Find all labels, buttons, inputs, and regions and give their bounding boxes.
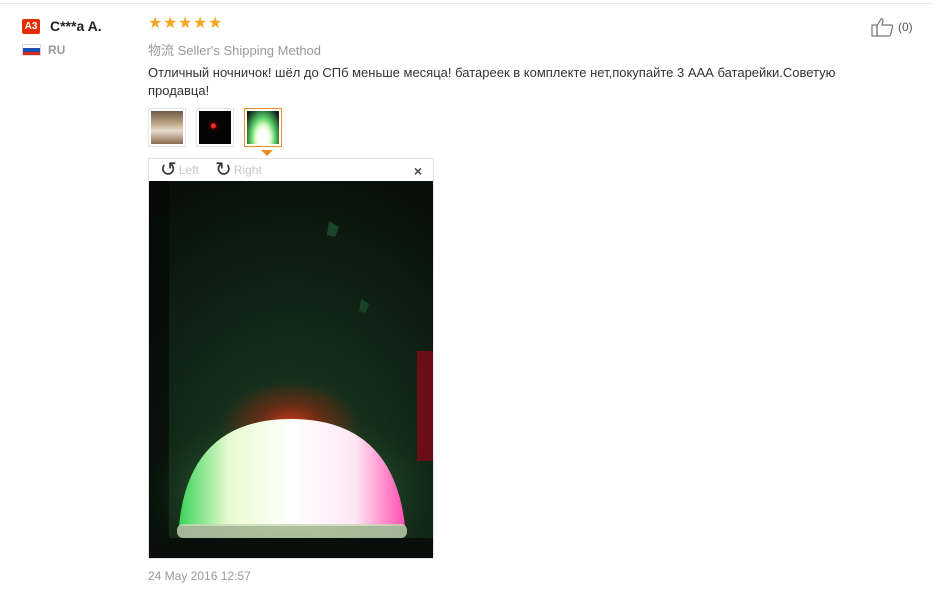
top-divider — [0, 3, 932, 4]
star-icon: ★ — [148, 15, 163, 32]
level-badge: A3 — [22, 18, 40, 34]
thumbnail-3[interactable] — [244, 108, 282, 147]
rotate-left-icon: ↺ — [160, 159, 177, 181]
star-rating: ★ ★ ★ ★ ★ — [148, 16, 223, 32]
russia-flag-icon — [22, 44, 41, 56]
helpful-button[interactable]: (0) — [871, 17, 913, 37]
rotate-right-button[interactable]: ↻ Right — [215, 159, 262, 181]
rotate-left-label: Left — [178, 163, 199, 177]
review-date: 24 May 2016 12:57 — [148, 569, 251, 583]
helpful-count: (0) — [898, 20, 913, 34]
photo-viewer: ↺ Left ↻ Right × — [148, 158, 434, 559]
rotate-left-button[interactable]: ↺ Left — [160, 159, 199, 181]
close-icon[interactable]: × — [414, 163, 422, 179]
viewer-toolbar: ↺ Left ↻ Right × — [149, 159, 433, 181]
thumbnail-2[interactable] — [196, 108, 234, 147]
review-text: Отличный ночничок! шёл до СПб меньше мес… — [148, 65, 836, 98]
rotate-right-icon: ↻ — [215, 159, 232, 181]
night-light-photo — [149, 181, 433, 558]
reviewer-info: A3 C***a A. RU — [22, 17, 132, 57]
photo-thumbnails — [148, 108, 282, 147]
star-icon: ★ — [178, 15, 193, 32]
star-icon: ★ — [163, 15, 178, 32]
thumbnail-1[interactable] — [148, 108, 186, 147]
star-icon: ★ — [208, 15, 223, 32]
thumbs-up-icon — [871, 18, 894, 37]
active-thumbnail-caret — [261, 150, 273, 156]
thumbnail-image — [199, 111, 231, 144]
thumbnail-image — [151, 111, 183, 144]
thumbnail-image — [247, 111, 279, 144]
star-icon: ★ — [193, 15, 208, 32]
rotate-right-label: Right — [233, 163, 262, 177]
shipping-method: 物流 Seller's Shipping Method — [148, 43, 322, 58]
reviewer-country: RU — [48, 43, 66, 57]
reviewer-name: C***a A. — [50, 18, 102, 34]
review-photo — [149, 181, 433, 558]
